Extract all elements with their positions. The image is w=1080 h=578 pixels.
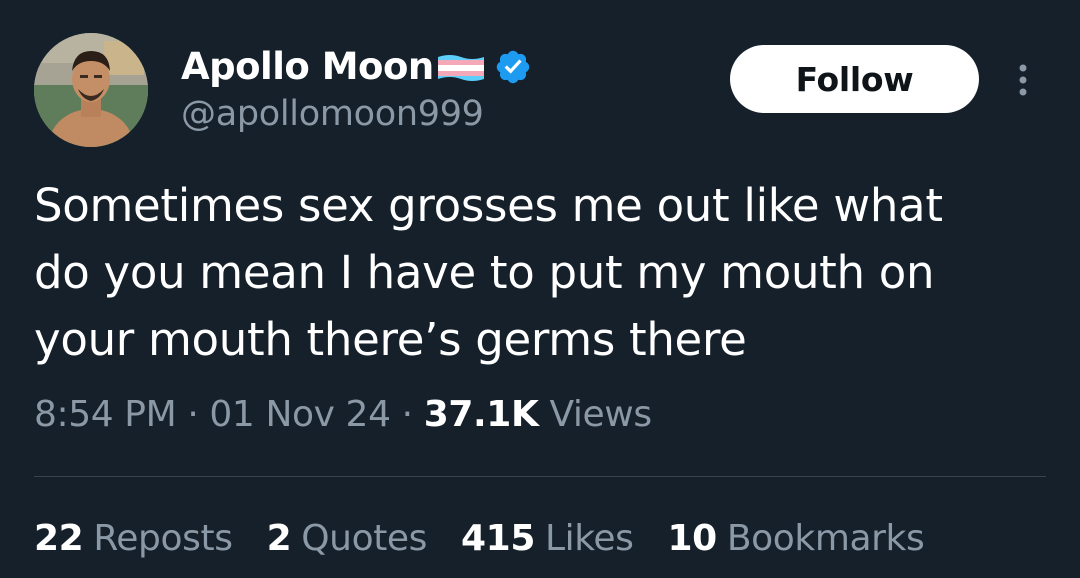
more-options-icon[interactable] — [1008, 60, 1038, 100]
tweet-meta: 8:54 PM · 01 Nov 24 · 37.1K Views — [34, 394, 652, 435]
quotes-stat[interactable]: 2 Quotes — [266, 518, 428, 559]
views-count: 37.1K — [423, 394, 539, 435]
bookmarks-count: 10 — [667, 518, 718, 559]
tweet-date[interactable]: 01 Nov 24 — [209, 394, 391, 435]
avatar[interactable] — [34, 33, 148, 147]
tweet-text: Sometimes sex grosses me out like what d… — [34, 172, 1034, 373]
divider — [34, 476, 1046, 477]
likes-label: Likes — [544, 518, 634, 559]
meta-separator: · — [187, 394, 210, 435]
tweet-time[interactable]: 8:54 PM — [34, 394, 177, 435]
meta-separator: · — [401, 394, 424, 435]
follow-button[interactable]: Follow — [730, 45, 979, 113]
reposts-stat[interactable]: 22 Reposts — [34, 518, 233, 559]
verified-badge-icon[interactable] — [494, 48, 532, 86]
author-name-row: Apollo Moon — [181, 44, 532, 88]
engagement-stats: 22 Reposts 2 Quotes 415 Likes 10 Bookmarks — [34, 518, 958, 559]
quotes-label: Quotes — [301, 518, 428, 559]
likes-count: 415 — [461, 518, 535, 559]
bookmarks-label: Bookmarks — [726, 518, 925, 559]
views-label: Views — [549, 394, 653, 435]
tweet-text-line: your mouth there’s germs there — [34, 313, 747, 366]
author-display-name[interactable]: Apollo Moon — [181, 45, 434, 88]
tweet-card: Apollo Moon @apollomoon999 Follow Someti… — [0, 0, 1080, 578]
reposts-count: 22 — [34, 518, 84, 559]
quotes-count: 2 — [266, 518, 292, 559]
bookmarks-stat[interactable]: 10 Bookmarks — [668, 518, 925, 559]
transgender-flag-icon — [436, 53, 486, 83]
tweet-text-line: Sometimes sex grosses me out like what — [34, 179, 943, 232]
author-handle[interactable]: @apollomoon999 — [181, 94, 484, 134]
avatar-photo — [34, 33, 148, 147]
likes-stat[interactable]: 415 Likes — [461, 518, 634, 559]
reposts-label: Reposts — [93, 518, 233, 559]
tweet-text-line: do you mean I have to put my mouth on — [34, 246, 935, 299]
